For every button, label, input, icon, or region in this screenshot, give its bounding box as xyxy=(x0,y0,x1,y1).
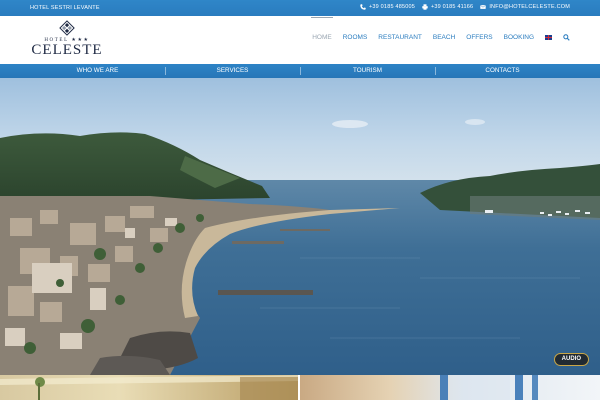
hotel-location-label: HOTEL SESTRI LEVANTE xyxy=(30,5,100,11)
nav-offers[interactable]: OFFERS xyxy=(466,34,492,41)
phone-number: +39 0185 485005 xyxy=(369,4,415,10)
fax-number: +39 0185 41166 xyxy=(431,4,474,10)
featured-image-interior[interactable] xyxy=(0,375,298,400)
envelope-icon xyxy=(480,5,487,9)
room-photo xyxy=(440,375,538,400)
fax-icon xyxy=(422,4,428,10)
email-address: INFO@HOTELCELESTE.COM xyxy=(489,4,570,10)
uk-flag-language-icon[interactable] xyxy=(545,35,552,40)
hotel-logo[interactable]: HOTEL ★★★ CELESTE xyxy=(30,20,104,60)
secondary-navigation: WHO WE ARE SERVICES TOURISM CONTACTS xyxy=(0,64,600,78)
hero-image-slider: AUDIO xyxy=(0,78,600,375)
nav-beach[interactable]: BEACH xyxy=(433,34,455,41)
email-link[interactable]: INFO@HOTELCELESTE.COM xyxy=(480,4,570,10)
subnav-services[interactable]: SERVICES xyxy=(165,64,300,78)
logo-emblem-icon xyxy=(59,20,75,36)
top-contact-bar: HOTEL SESTRI LEVANTE +39 0185 485005 +39… xyxy=(0,0,600,16)
nav-rooms[interactable]: ROOMS xyxy=(343,34,368,41)
featured-images-strip xyxy=(0,375,600,400)
coastline-hero-photo xyxy=(0,78,600,375)
subnav-contacts[interactable]: CONTACTS xyxy=(435,64,570,78)
site-header: HOTEL ★★★ CELESTE HOME ROOMS RESTAURANT … xyxy=(0,16,600,64)
nav-home[interactable]: HOME xyxy=(311,17,333,41)
fax-link[interactable]: +39 0185 41166 xyxy=(422,4,473,10)
subnav-who-we-are[interactable]: WHO WE ARE xyxy=(30,64,165,78)
interior-photo xyxy=(0,375,298,400)
phone-icon xyxy=(360,4,366,10)
phone-link[interactable]: +39 0185 485005 xyxy=(360,4,415,10)
nav-restaurant[interactable]: RESTAURANT xyxy=(378,34,422,41)
audio-toggle-button[interactable]: AUDIO xyxy=(553,353,589,366)
nav-booking[interactable]: BOOKING xyxy=(504,34,534,41)
featured-image-room[interactable] xyxy=(300,375,600,400)
subnav-tourism[interactable]: TOURISM xyxy=(300,64,435,78)
contact-list: +39 0185 485005 +39 0185 41166 INFO@HOTE… xyxy=(360,4,570,10)
logo-brand-name: CELESTE xyxy=(31,42,103,58)
search-icon xyxy=(563,34,570,41)
search-button[interactable] xyxy=(563,34,570,41)
main-navigation: HOME ROOMS RESTAURANT BEACH OFFERS BOOKI… xyxy=(311,17,570,41)
